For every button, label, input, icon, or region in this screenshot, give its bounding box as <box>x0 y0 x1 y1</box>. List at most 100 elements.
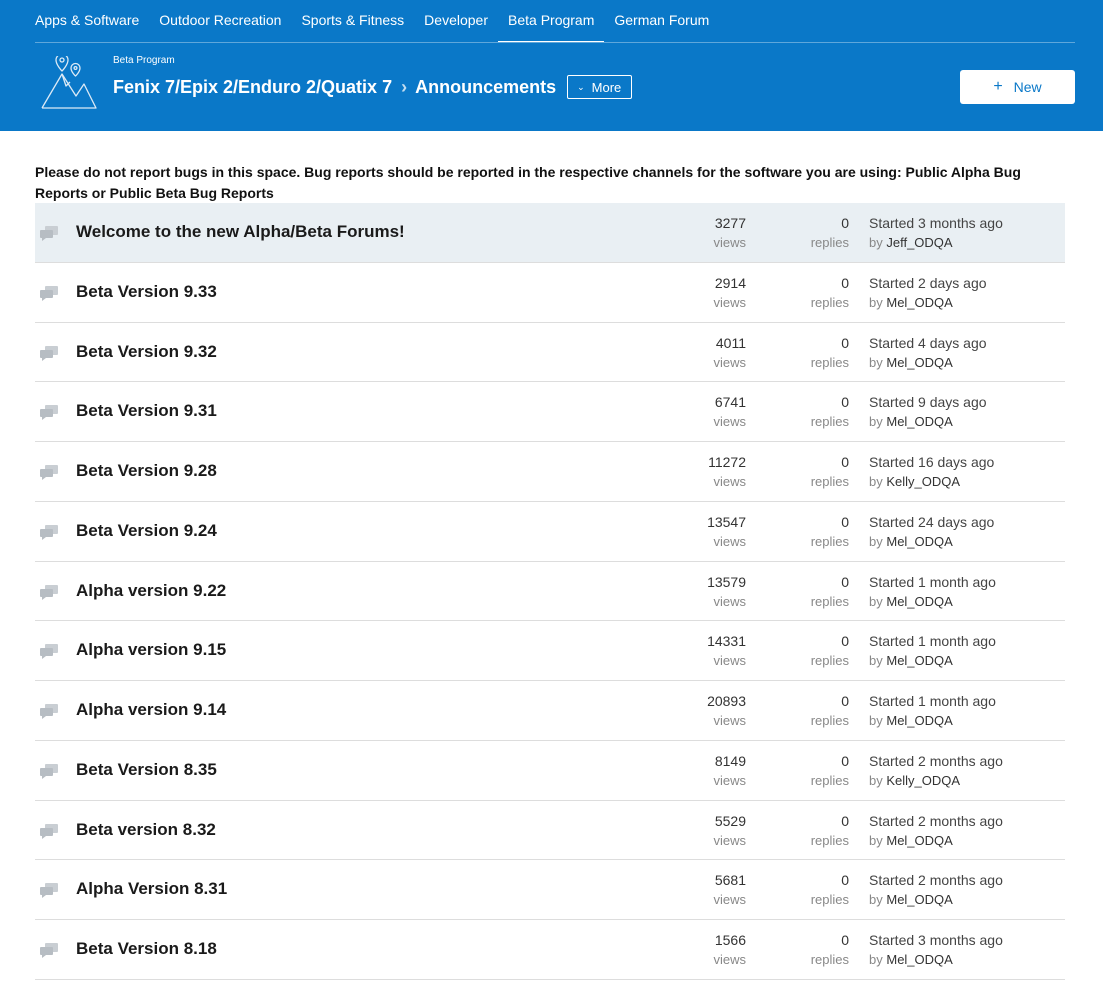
topic-title[interactable]: Alpha Version 8.31 <box>76 879 227 899</box>
topic-title[interactable]: Beta Version 9.31 <box>76 401 217 421</box>
author-link[interactable]: Mel_ODQA <box>886 833 952 848</box>
topic-title[interactable]: Welcome to the new Alpha/Beta Forums! <box>76 222 405 242</box>
topic-row[interactable]: Beta Version 9.33 2914 views 0 replies S… <box>35 263 1065 323</box>
topic-title[interactable]: Beta Version 9.28 <box>76 461 217 481</box>
by-label: by <box>869 832 883 848</box>
topic-row[interactable]: Beta Version 9.24 13547 views 0 replies … <box>35 502 1065 562</box>
author-line: by Kelly_ODQA <box>869 773 960 788</box>
replies-label: replies <box>810 653 849 669</box>
page-title: Fenix 7/Epix 2/Enduro 2/Quatix 7 › Annou… <box>113 74 633 100</box>
topic-row[interactable]: Alpha version 9.22 13579 views 0 replies… <box>35 562 1065 622</box>
replies-label: replies <box>810 414 849 430</box>
views-label: views <box>713 474 746 489</box>
more-button-label: More <box>591 79 622 95</box>
topic-row[interactable]: Beta Version 9.32 4011 views 0 replies S… <box>35 323 1065 383</box>
topic-row[interactable]: Beta Version 9.31 6741 views 0 replies S… <box>35 382 1065 442</box>
by-label: by <box>869 713 883 728</box>
by-label: by <box>869 235 883 250</box>
views-label: views <box>713 593 746 609</box>
author-link[interactable]: Mel_ODQA <box>886 892 952 907</box>
topic-list: Welcome to the new Alpha/Beta Forums! 32… <box>35 203 1065 980</box>
replies-count: 0 <box>841 215 849 231</box>
topic-title[interactable]: Beta version 8.32 <box>76 820 216 840</box>
topic-row[interactable]: Welcome to the new Alpha/Beta Forums! 32… <box>35 203 1065 263</box>
author-link[interactable]: Mel_ODQA <box>886 653 952 668</box>
nav-item-beta-program[interactable]: Beta Program <box>498 0 605 42</box>
replies-count: 0 <box>841 454 849 470</box>
topic-row[interactable]: Beta Version 8.35 8149 views 0 replies S… <box>35 741 1065 801</box>
by-label: by <box>869 772 883 788</box>
topic-title[interactable]: Beta Version 8.35 <box>76 760 217 780</box>
topic-row[interactable]: Beta Version 9.28 11272 views 0 replies … <box>35 442 1065 502</box>
by-label: by <box>869 294 883 310</box>
replies-label: replies <box>810 354 849 370</box>
new-button[interactable]: + New <box>960 70 1075 104</box>
author-link[interactable]: Mel_ODQA <box>886 952 952 967</box>
views-count: 3277 <box>714 215 746 231</box>
author-link[interactable]: Mel_ODQA <box>886 594 952 609</box>
topic-row[interactable]: Alpha Version 8.31 5681 views 0 replies … <box>35 860 1065 920</box>
author-line: by Mel_ODQA <box>869 952 953 967</box>
nav-item-sports-fitness[interactable]: Sports & Fitness <box>291 0 414 42</box>
author-link[interactable]: Mel_ODQA <box>886 355 952 370</box>
views-count: 2914 <box>714 274 746 291</box>
author-line: by Mel_ODQA <box>869 833 953 848</box>
views-label: views <box>713 952 746 967</box>
views-count: 13579 <box>707 573 746 590</box>
nav-item-apps-software[interactable]: Apps & Software <box>25 0 149 42</box>
breadcrumb-parent[interactable]: Beta Program <box>113 55 175 66</box>
replies-count: 0 <box>841 752 849 769</box>
author-line: by Mel_ODQA <box>869 534 953 549</box>
author-line: by Mel_ODQA <box>869 355 953 370</box>
views-label: views <box>713 832 746 848</box>
views-count: 14331 <box>707 633 746 650</box>
new-button-label: New <box>1013 79 1042 95</box>
nav-item-outdoor-recreation[interactable]: Outdoor Recreation <box>149 0 291 42</box>
discussion-bubbles-icon <box>40 943 58 958</box>
topic-title[interactable]: Beta Version 8.18 <box>76 939 217 959</box>
views-count: 4011 <box>715 334 746 351</box>
by-label: by <box>869 533 883 549</box>
discussion-bubbles-icon <box>40 226 58 241</box>
views-label: views <box>713 533 746 549</box>
author-link[interactable]: Kelly_ODQA <box>886 773 960 788</box>
started-time: Started 3 months ago <box>869 932 1003 948</box>
discussion-bubbles-icon <box>40 763 58 779</box>
views-count: 5681 <box>714 872 746 889</box>
discussion-bubbles-icon <box>40 345 58 361</box>
author-line: by Mel_ODQA <box>869 653 953 668</box>
topic-row[interactable]: Beta Version 8.18 1566 views 0 replies S… <box>35 920 1065 980</box>
author-link[interactable]: Jeff_ODQA <box>886 235 952 250</box>
topic-title[interactable]: Alpha version 9.14 <box>76 700 226 720</box>
started-time: Started 3 months ago <box>869 215 1003 231</box>
views-label: views <box>713 892 746 908</box>
author-link[interactable]: Mel_ODQA <box>886 295 952 310</box>
views-count: 8149 <box>714 752 746 769</box>
replies-label: replies <box>810 294 849 310</box>
topic-row[interactable]: Beta version 8.32 5529 views 0 replies S… <box>35 801 1065 861</box>
author-link[interactable]: Mel_ODQA <box>886 534 952 549</box>
views-count: 6741 <box>714 394 746 411</box>
views-label: views <box>713 653 746 669</box>
topic-title[interactable]: Alpha version 9.22 <box>76 581 226 601</box>
replies-label: replies <box>810 952 849 967</box>
topic-title[interactable]: Alpha version 9.15 <box>76 640 226 660</box>
topic-row[interactable]: Alpha version 9.14 20893 views 0 replies… <box>35 681 1065 741</box>
plus-icon: + <box>993 78 1003 95</box>
topic-title[interactable]: Beta Version 9.24 <box>76 521 217 541</box>
by-label: by <box>869 892 883 908</box>
nav-item-developer[interactable]: Developer <box>414 0 498 42</box>
author-link[interactable]: Mel_ODQA <box>886 414 952 429</box>
topic-row[interactable]: Alpha version 9.15 14331 views 0 replies… <box>35 621 1065 681</box>
topic-title[interactable]: Beta Version 9.32 <box>76 342 217 362</box>
nav-item-german-forum[interactable]: German Forum <box>604 0 719 42</box>
breadcrumb-group[interactable]: Fenix 7/Epix 2/Enduro 2/Quatix 7 <box>113 77 392 98</box>
author-link[interactable]: Kelly_ODQA <box>886 474 960 489</box>
author-link[interactable]: Mel_ODQA <box>886 713 952 728</box>
topic-title[interactable]: Beta Version 9.33 <box>76 282 217 302</box>
views-label: views <box>713 294 746 310</box>
more-button[interactable]: ⌄ More <box>567 75 633 99</box>
views-label: views <box>713 713 746 728</box>
replies-count: 0 <box>841 932 849 948</box>
author-line: by Mel_ODQA <box>869 594 953 609</box>
